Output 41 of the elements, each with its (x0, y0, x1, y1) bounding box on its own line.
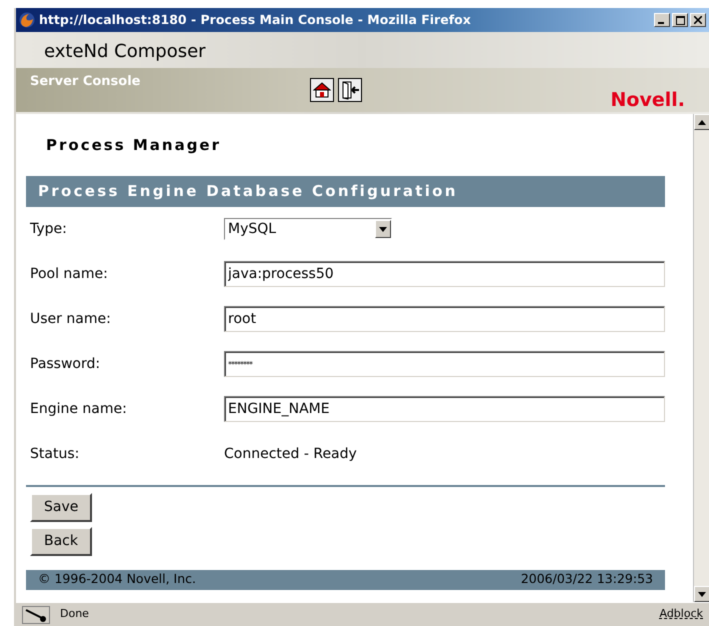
maximize-icon (676, 16, 684, 24)
input-field[interactable]: java:process50 (224, 261, 665, 287)
adblock-link[interactable]: Adblock (659, 606, 703, 623)
caret-icon (379, 226, 387, 232)
close-button[interactable] (690, 13, 706, 27)
timestamp: 2006/03/22 13:29:53 (520, 570, 653, 588)
connection-icon (22, 606, 50, 624)
down-arrow-icon (698, 592, 706, 596)
page-title: Process Manager (46, 136, 221, 154)
home-button[interactable] (310, 78, 334, 102)
scroll-down-button[interactable] (694, 586, 709, 602)
home-icon (313, 82, 331, 98)
browser-icon (19, 12, 35, 28)
window-title: http://localhost:8180 - Process Main Console - Mozilla Firefox (39, 10, 471, 29)
field-label: Engine name: (30, 400, 128, 418)
up-arrow-icon (698, 120, 706, 124)
maximize-button[interactable] (672, 13, 688, 27)
field-label: Pool name: (30, 264, 109, 284)
logout-button[interactable] (338, 78, 362, 102)
form-button[interactable]: Save (30, 492, 92, 522)
password-field[interactable]: ******** (224, 351, 665, 377)
field-label: Password: (30, 354, 102, 374)
scrollbar[interactable] (693, 114, 709, 602)
door-arrow-icon (340, 80, 360, 100)
scroll-up-button[interactable] (694, 114, 709, 130)
close-icon (694, 16, 702, 24)
input-field[interactable]: ENGINE_NAME (224, 396, 665, 422)
status-value: Connected - Ready (224, 444, 357, 464)
product-name: exteNd Composer (44, 41, 206, 62)
input-field[interactable]: root (224, 306, 665, 332)
form-button[interactable]: Back (30, 526, 92, 556)
minimize-button[interactable] (654, 13, 670, 27)
section-header: Process Engine Database Configuration (26, 176, 665, 206)
type-dropdown[interactable]: MySQL (224, 218, 392, 240)
status-text: Done (60, 606, 89, 622)
field-label: User name: (30, 310, 112, 328)
field-label: Type: (30, 220, 68, 238)
field-label: Status: (30, 444, 80, 464)
console-name: Server Console (30, 73, 142, 91)
brand-logo: Novell. (610, 88, 685, 113)
copyright-text: © 1996-2004 Novell, Inc. (38, 570, 196, 588)
